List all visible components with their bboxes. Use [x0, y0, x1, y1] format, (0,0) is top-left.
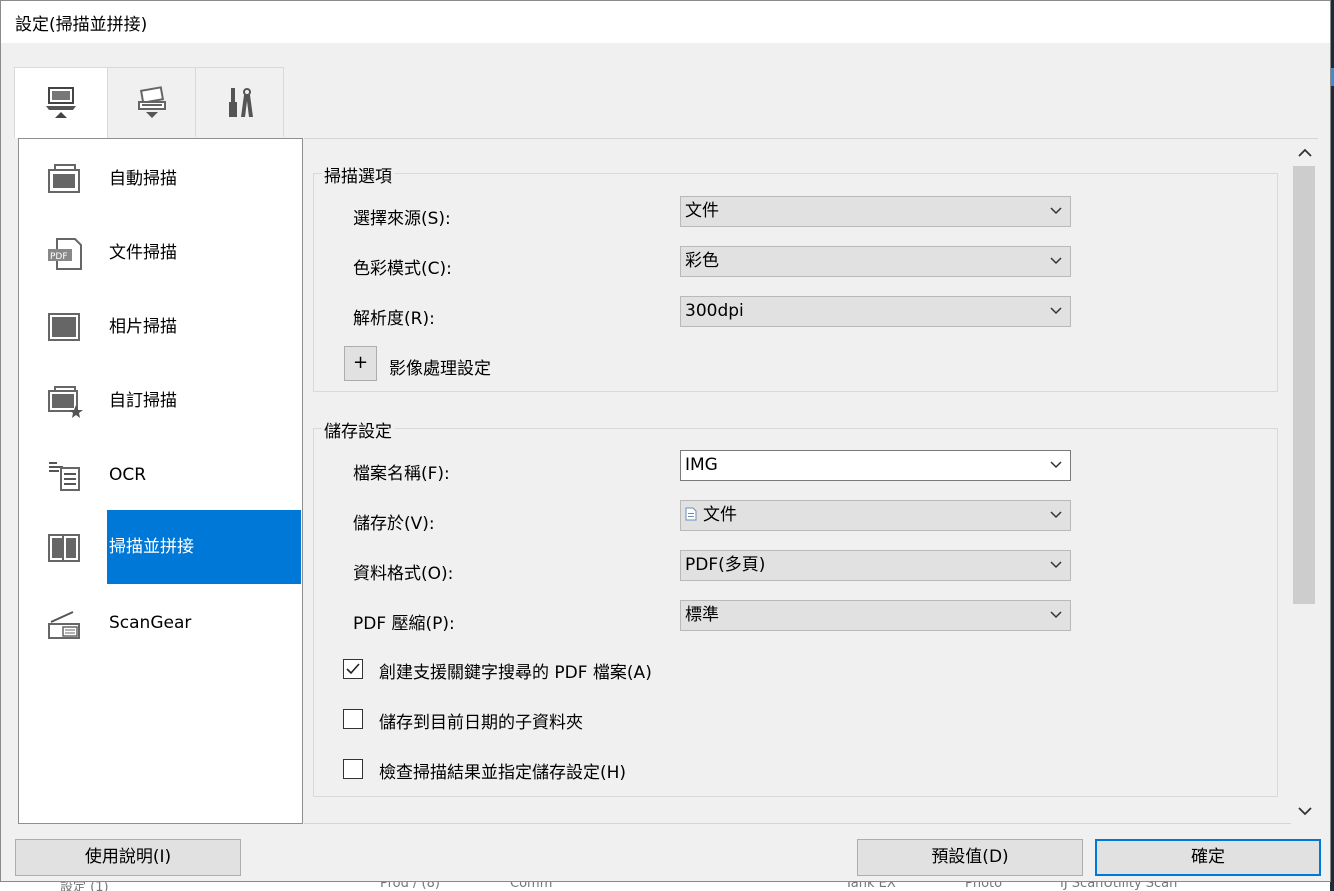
scanner-icon [48, 611, 80, 639]
checkbox-box[interactable] [343, 709, 363, 729]
scan-options-group: 掃描選項 選擇來源(S): 文件 色彩模式(C): 彩色 解析度(R): 300… [313, 162, 1278, 392]
chevron-down-icon [1050, 307, 1062, 315]
custom-scan-star-icon [48, 386, 83, 418]
ocr-text-icon [49, 462, 80, 491]
tab-scan-from-panel[interactable] [107, 67, 196, 137]
sidebar-item-custom-scan[interactable]: 自訂掃描 [19, 364, 302, 438]
computer-scan-icon [46, 87, 76, 118]
sidebar-item-scan-and-stitch[interactable]: 掃描並拼接 [19, 510, 302, 584]
sidebar-item-label: ScanGear [109, 613, 192, 633]
data-format-select[interactable]: PDF(多頁) [680, 550, 1071, 581]
filename-value: IMG [685, 455, 718, 475]
tab-general-settings[interactable] [195, 67, 284, 137]
save-in-value: 文件 [703, 505, 737, 525]
sidebar-item-scangear[interactable]: ScanGear [19, 586, 302, 660]
tools-icon [228, 87, 253, 117]
resolution-label: 解析度(R): [353, 309, 435, 329]
scan-mode-list: 自動掃描 PDF 文件掃描 相片掃描 自訂掃描 OCR 掃描並拼接 ScanGe… [18, 138, 303, 824]
title-bar: 設定(掃描並拼接) [1, 1, 1330, 43]
vertical-scrollbar[interactable] [1291, 139, 1318, 824]
pdf-compression-select[interactable]: 標準 [680, 600, 1071, 631]
group-title: 掃描選項 [322, 162, 394, 187]
svg-text:PDF: PDF [50, 252, 68, 262]
help-button[interactable]: 使用說明(I) [15, 839, 241, 876]
scanner-to-pc-icon [137, 85, 166, 118]
sidebar-item-label: OCR [109, 465, 147, 485]
photo-icon [48, 313, 80, 341]
scrollbar-thumb[interactable] [1293, 166, 1315, 604]
sidebar-item-ocr[interactable]: OCR [19, 438, 302, 512]
chevron-down-icon [1050, 461, 1062, 469]
image-processing-expand-button[interactable]: + [344, 346, 377, 381]
documents-folder-icon [685, 507, 697, 521]
checkbox-label: 創建支援關鍵字搜尋的 PDF 檔案(A) [379, 663, 652, 683]
pdf-compression-value: 標準 [685, 605, 719, 625]
color-mode-value: 彩色 [685, 251, 719, 271]
save-in-label: 儲存於(V): [353, 514, 435, 534]
save-settings-group: 儲存設定 檔案名稱(F): IMG 儲存於(V): 文件 資料格式(O): PD… [313, 417, 1278, 797]
settings-dialog: 設定(掃描並拼接) 自動掃描 PDF 文件掃描 相片掃描 自訂掃描 OCR 掃描… [0, 0, 1331, 882]
color-mode-select[interactable]: 彩色 [680, 246, 1071, 277]
checkbox-box[interactable] [343, 659, 363, 679]
group-title: 儲存設定 [322, 417, 394, 442]
scroll-up-icon[interactable] [1298, 148, 1312, 158]
sidebar-item-label: 自動掃描 [109, 169, 177, 189]
chevron-down-icon [1050, 511, 1062, 519]
pdf-document-icon: PDF [48, 238, 82, 270]
sidebar-item-label: 自訂掃描 [109, 391, 177, 411]
scroll-down-icon[interactable] [1298, 806, 1312, 816]
tab-scan-from-computer[interactable] [14, 67, 108, 138]
settings-panel: 掃描選項 選擇來源(S): 文件 色彩模式(C): 彩色 解析度(R): 300… [304, 138, 1318, 824]
defaults-button[interactable]: 預設值(D) [857, 839, 1083, 876]
color-mode-label: 色彩模式(C): [353, 259, 452, 279]
chevron-down-icon [1050, 257, 1062, 265]
chevron-down-icon [1050, 207, 1062, 215]
auto-scan-icon [48, 164, 80, 193]
window-title: 設定(掃描並拼接) [15, 15, 148, 35]
source-select[interactable]: 文件 [680, 196, 1071, 227]
checkbox-label: 檢查掃描結果並指定儲存設定(H) [379, 763, 627, 783]
chevron-down-icon [1050, 611, 1062, 619]
sidebar-item-label: 掃描並拼接 [107, 510, 301, 584]
resolution-value: 300dpi [685, 301, 744, 321]
checkmark-icon [346, 663, 360, 675]
checkbox-label: 儲存到目前日期的子資料夾 [379, 713, 583, 733]
source-value: 文件 [685, 201, 719, 221]
image-processing-label: 影像處理設定 [389, 359, 491, 379]
sidebar-item-photo-scan[interactable]: 相片掃描 [19, 290, 302, 364]
save-in-select[interactable]: 文件 [680, 500, 1071, 531]
checkbox-box[interactable] [343, 759, 363, 779]
data-format-value: PDF(多頁) [685, 555, 766, 575]
source-label: 選擇來源(S): [353, 209, 451, 229]
sidebar-item-label: 文件掃描 [109, 243, 177, 263]
sidebar-item-document-scan[interactable]: PDF 文件掃描 [19, 216, 302, 290]
data-format-label: 資料格式(O): [353, 564, 454, 584]
resolution-select[interactable]: 300dpi [680, 296, 1071, 327]
ok-button[interactable]: 確定 [1095, 839, 1321, 876]
pdf-compression-label: PDF 壓縮(P): [353, 614, 455, 634]
sidebar-item-label: 相片掃描 [109, 317, 177, 337]
stitch-icon [48, 534, 80, 562]
filename-label: 檔案名稱(F): [353, 464, 450, 484]
sidebar-item-auto-scan[interactable]: 自動掃描 [19, 142, 302, 216]
filename-combobox[interactable]: IMG [680, 450, 1071, 481]
chevron-down-icon [1050, 561, 1062, 569]
